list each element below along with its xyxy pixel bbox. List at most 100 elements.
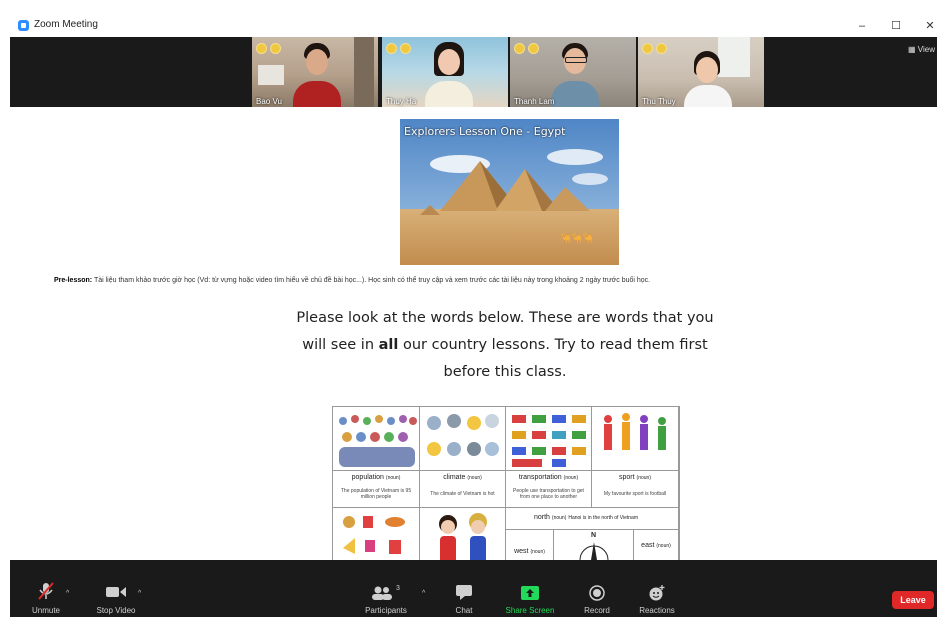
prelesson-text: Tài liệu tham khảo trước giờ học (Vd: từ…: [93, 277, 651, 284]
word-example: Hanoi is in the north of Vietnam: [568, 515, 638, 521]
video-options-caret[interactable]: ^: [138, 590, 141, 597]
reactions-label: Reactions: [639, 606, 675, 615]
person-shirt: [551, 81, 599, 107]
window-title: Zoom Meeting: [34, 19, 98, 30]
video-tile[interactable]: Thuy Ha: [382, 37, 508, 107]
compass-north-letter: N: [591, 532, 597, 539]
part-of-speech: (noun): [530, 549, 545, 555]
word-label: sport (noun): [592, 474, 678, 481]
part-of-speech: (noun): [467, 475, 482, 481]
view-button[interactable]: ▦ View: [908, 45, 935, 54]
star-icon: [270, 43, 281, 54]
word: climate: [443, 474, 466, 481]
compass-picture: N: [554, 530, 634, 560]
emoji-plus-icon: [649, 585, 665, 601]
star-icon: [656, 43, 667, 54]
east-card: east (noun): [634, 530, 679, 560]
egypt-lesson-image: 🐪🐪🐪 Explorers Lesson One - Egypt: [400, 119, 619, 265]
part-of-speech: (noun): [656, 543, 671, 549]
instruction-line: before this class.: [443, 364, 567, 380]
vehicles-icon: [512, 415, 586, 467]
share-screen-button[interactable]: Share Screen: [500, 560, 560, 617]
population-card: population (noun) The population of Viet…: [333, 471, 420, 508]
stop-video-button[interactable]: Stop Video: [88, 560, 144, 617]
audio-options-caret[interactable]: ^: [66, 590, 69, 597]
people-picture: [420, 508, 506, 560]
shared-screen-content: 🐪🐪🐪 Explorers Lesson One - Egypt Pre-les…: [10, 107, 937, 560]
video-gallery-strip: Bao Vu Thuy Ha Thanh Lam Thu Thuy ▦ View: [10, 37, 937, 107]
weather-icon: [427, 414, 499, 456]
glasses-shape: [565, 57, 587, 63]
word-label: transportation (noun): [506, 474, 591, 481]
chat-bubble-icon: [456, 585, 472, 600]
unmute-button[interactable]: Unmute: [24, 560, 68, 617]
view-label: View: [917, 45, 935, 54]
participants-label: Participants: [365, 606, 407, 615]
word: north: [534, 514, 550, 521]
prelesson-label: Pre-lesson:: [54, 277, 93, 284]
person-shirt: [425, 81, 473, 107]
word: sport: [619, 474, 635, 481]
participants-button[interactable]: 3 Participants: [360, 560, 412, 617]
north-card: north (noun) Hanoi is in the north of Vi…: [506, 508, 679, 530]
participant-name: Bao Vu: [256, 97, 282, 106]
star-icon: [400, 43, 411, 54]
star-icon: [528, 43, 539, 54]
pyramids-illustration: 🐪🐪🐪: [400, 119, 619, 265]
instruction-text: Please look at the words below. These ar…: [290, 305, 720, 386]
window-shape: [718, 37, 750, 77]
part-of-speech: (noun): [385, 475, 401, 481]
word: population: [351, 474, 384, 481]
stop-video-label: Stop Video: [96, 606, 136, 615]
west-card: west (noun): [506, 530, 554, 560]
word: east: [641, 542, 655, 549]
participant-name: Thu Thuy: [642, 97, 676, 106]
climate-picture: [420, 407, 506, 471]
star-icon: [386, 43, 397, 54]
word-label: climate (noun): [420, 474, 505, 481]
food-icon: [343, 516, 405, 554]
word-label: west (noun): [506, 548, 553, 555]
part-of-speech: (noun): [636, 475, 651, 481]
transportation-picture: [506, 407, 592, 471]
meeting-controls-toolbar: Unmute ^ Stop Video ^ 3 Participants ^ C…: [10, 560, 937, 617]
leave-meeting-button[interactable]: Leave: [892, 591, 934, 609]
star-icon: [642, 43, 653, 54]
reaction-badges: [514, 41, 542, 59]
person-face: [306, 49, 328, 75]
unmute-label: Unmute: [31, 606, 60, 615]
instruction-text-part: our country lessons. Try to read them fi…: [398, 337, 708, 353]
participants-icon: [372, 586, 392, 600]
word-example: People use transportation to get from on…: [513, 488, 584, 500]
chat-button[interactable]: Chat: [444, 560, 484, 617]
close-button[interactable]: ✕: [920, 17, 937, 35]
record-label: Record: [584, 606, 610, 615]
video-tile[interactable]: Bao Vu: [252, 37, 378, 107]
video-tile[interactable]: Thanh Lam: [510, 37, 636, 107]
chat-label: Chat: [455, 606, 473, 615]
prelesson-note: Pre-lesson: Tài liệu tham khảo trước giờ…: [54, 277, 650, 284]
participants-options-caret[interactable]: ^: [422, 590, 425, 597]
food-picture: [333, 508, 420, 560]
star-icon: [514, 43, 525, 54]
reaction-badges: [642, 41, 670, 59]
reaction-badges: [386, 41, 414, 59]
lesson-title: Explorers Lesson One - Egypt: [404, 125, 566, 138]
bed-shape: [258, 65, 284, 85]
person-shirt: [293, 81, 341, 107]
video-tile[interactable]: Thu Thuy: [638, 37, 764, 107]
word-label: east (noun): [634, 542, 678, 549]
svg-text:🐪🐪🐪: 🐪🐪🐪: [560, 233, 594, 244]
part-of-speech: (noun): [551, 515, 567, 521]
sport-picture: [592, 407, 679, 471]
word-label: population (noun): [333, 474, 419, 481]
word-example: My favourite sport is football: [603, 491, 667, 497]
reactions-button[interactable]: Reactions: [632, 560, 682, 617]
record-button[interactable]: Record: [576, 560, 618, 617]
maximize-button[interactable]: ☐: [886, 17, 906, 35]
window-title-bar: Zoom Meeting – ☐ ✕: [10, 15, 937, 38]
muted-microphone-icon: [38, 582, 54, 600]
instruction-line: will see in all our country lessons. Try…: [290, 332, 720, 359]
minimize-button[interactable]: –: [852, 17, 872, 35]
word-example: The climate of Vietnam is hot: [430, 491, 495, 497]
